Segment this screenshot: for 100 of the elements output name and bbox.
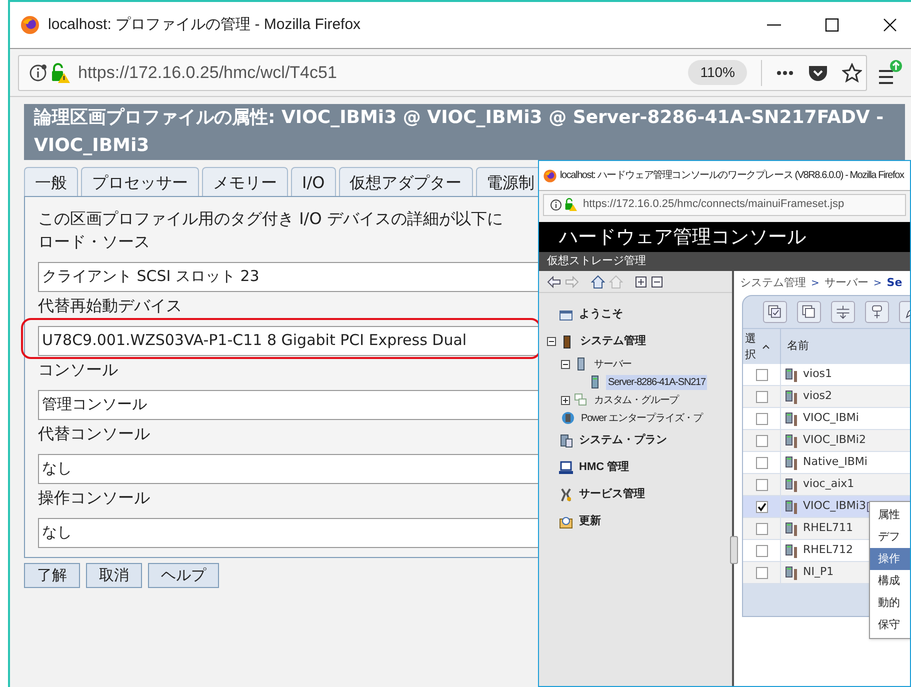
- pocket-icon[interactable]: [808, 64, 828, 82]
- info-icon[interactable]: [550, 198, 562, 210]
- table-row[interactable]: vios2: [743, 386, 910, 408]
- filter-icon: [835, 304, 851, 320]
- menu-item[interactable]: 操作: [870, 548, 910, 570]
- checkbox[interactable]: [756, 456, 768, 468]
- partition-name[interactable]: vios1: [803, 366, 832, 383]
- expand-icon[interactable]: [561, 396, 570, 404]
- select-all-icon: [767, 304, 783, 320]
- tree-item[interactable]: サービス管理: [577, 486, 647, 503]
- star-icon[interactable]: [842, 62, 862, 82]
- breadcrumb-link[interactable]: サーバー: [824, 275, 868, 292]
- table-row[interactable]: VIOC_IBMi2: [743, 430, 910, 452]
- checkbox[interactable]: [756, 390, 768, 402]
- tab[interactable]: プロセッサー: [81, 167, 199, 196]
- collapse-handle[interactable]: [730, 536, 738, 564]
- tree-item[interactable]: サーバー: [592, 356, 634, 372]
- tree-item[interactable]: システム・プラン: [577, 432, 669, 449]
- address-bar[interactable]: https://172.16.0.25/hmc/connects/mainuiFrameset.jsp: [543, 194, 906, 216]
- info-icon[interactable]: [29, 64, 47, 82]
- input-field[interactable]: クライアント SCSI スロット 23: [38, 262, 539, 292]
- tree-item[interactable]: Power エンタープライズ・プ: [579, 410, 705, 426]
- home-icon[interactable]: [591, 274, 605, 288]
- task-bar-title: 仮想ストレージ管理: [547, 253, 646, 270]
- menu-item[interactable]: 構成: [870, 570, 910, 592]
- filter-button[interactable]: [831, 301, 855, 323]
- partition-name[interactable]: RHEL711: [803, 520, 853, 537]
- partition-name[interactable]: NI_P1: [803, 564, 834, 581]
- partition-name[interactable]: Native_IBMi: [803, 454, 868, 471]
- partition-name[interactable]: VIOC_IBMi2: [803, 432, 866, 449]
- tab[interactable]: 電源制: [476, 167, 539, 196]
- tab[interactable]: I/O: [291, 167, 336, 196]
- select-all-button[interactable]: [763, 301, 787, 323]
- zoom-badge[interactable]: 110%: [688, 60, 747, 85]
- dialog-button[interactable]: 取消: [86, 563, 142, 588]
- checkbox[interactable]: [756, 522, 768, 534]
- tab[interactable]: メモリー: [202, 167, 288, 196]
- partition-icon: [785, 390, 799, 404]
- column-header[interactable]: 名前: [787, 338, 809, 355]
- checkbox[interactable]: [756, 544, 768, 556]
- partition-name[interactable]: VIOC_IBMi3: [803, 498, 866, 515]
- field-label: 操作コンソール: [38, 487, 151, 509]
- sort-ascending-icon[interactable]: [762, 344, 770, 349]
- input-field[interactable]: なし: [38, 454, 539, 484]
- input-field[interactable]: 管理コンソール: [38, 390, 539, 420]
- copy-button[interactable]: [797, 301, 821, 323]
- menu-item[interactable]: 保守: [870, 614, 910, 636]
- tab[interactable]: 一般: [24, 167, 78, 196]
- input-field[interactable]: U78C9.001.WZS03VA-P1-C11 8 Gigabit PCI Express Dual: [38, 326, 539, 356]
- checkbox[interactable]: [756, 566, 768, 578]
- tool-button[interactable]: [865, 301, 889, 323]
- back-icon[interactable]: [547, 276, 561, 288]
- partition-icon: [785, 368, 799, 382]
- column-header[interactable]: 選択: [745, 331, 756, 362]
- url-text[interactable]: https://172.16.0.25/hmc/wcl/T4c51: [78, 60, 337, 86]
- dialog-button[interactable]: ヘルプ: [148, 563, 219, 588]
- breadcrumb-link[interactable]: システム管理: [740, 275, 806, 292]
- breadcrumb-separator: >: [811, 277, 820, 291]
- checkbox[interactable]: [756, 478, 768, 490]
- window-title: localhost: ハードウェア管理コンソールのワークプレース (V8R8.6.0.0) - Mozilla Firefox: [560, 168, 904, 183]
- collapse-icon[interactable]: [561, 360, 570, 368]
- partition-name[interactable]: vios2: [803, 388, 832, 405]
- partition-name[interactable]: RHEL712: [803, 542, 853, 559]
- partition-icon: [785, 434, 799, 448]
- partition-icon: [785, 412, 799, 426]
- expand-all-icon[interactable]: [635, 276, 647, 288]
- close-icon[interactable]: [883, 18, 897, 32]
- tree-item[interactable]: ようこそ: [577, 306, 625, 323]
- collapse-all-icon[interactable]: [651, 276, 663, 288]
- table-row[interactable]: Native_IBMi: [743, 452, 910, 474]
- description-text: この区画プロファイル用のタグ付き I/O デバイスの詳細が以下に: [38, 208, 504, 230]
- tree-item[interactable]: カスタム・グループ: [592, 392, 681, 408]
- checkbox[interactable]: [756, 412, 768, 424]
- menu-item[interactable]: デフ: [870, 526, 910, 548]
- partition-name[interactable]: VIOC_IBMi: [803, 410, 859, 427]
- checkbox[interactable]: [756, 434, 768, 446]
- input-field[interactable]: なし: [38, 518, 539, 548]
- field-label: コンソール: [38, 359, 119, 381]
- copy-icon: [801, 304, 817, 320]
- checkbox[interactable]: [756, 368, 768, 380]
- menu-item[interactable]: 動的: [870, 592, 910, 614]
- table-row[interactable]: vioc_aix1: [743, 474, 910, 496]
- partition-icon: [785, 522, 799, 536]
- tab[interactable]: 仮想アダプター: [338, 167, 473, 196]
- table-row[interactable]: vios1: [743, 364, 910, 386]
- maximize-icon[interactable]: [825, 18, 839, 32]
- tree-item[interactable]: 更新: [577, 513, 603, 530]
- tree-item[interactable]: システム管理: [578, 333, 648, 350]
- more-icon[interactable]: [776, 70, 794, 76]
- breadcrumb-current[interactable]: Se: [886, 275, 902, 292]
- tree-item[interactable]: HMC 管理: [577, 459, 632, 476]
- collapse-icon[interactable]: [547, 337, 556, 346]
- tree-item[interactable]: Server-8286-41A-SN217: [606, 374, 708, 390]
- table-row[interactable]: VIOC_IBMi: [743, 408, 910, 430]
- checkbox[interactable]: [756, 500, 768, 512]
- menu-icon[interactable]: [877, 58, 903, 86]
- address-bar[interactable]: https://172.16.0.25/hmc/wcl/T4c51 110%: [18, 54, 867, 90]
- partition-name[interactable]: vioc_aix1: [803, 476, 854, 493]
- dialog-button[interactable]: 了解: [24, 563, 80, 588]
- tool-icon: [869, 304, 885, 320]
